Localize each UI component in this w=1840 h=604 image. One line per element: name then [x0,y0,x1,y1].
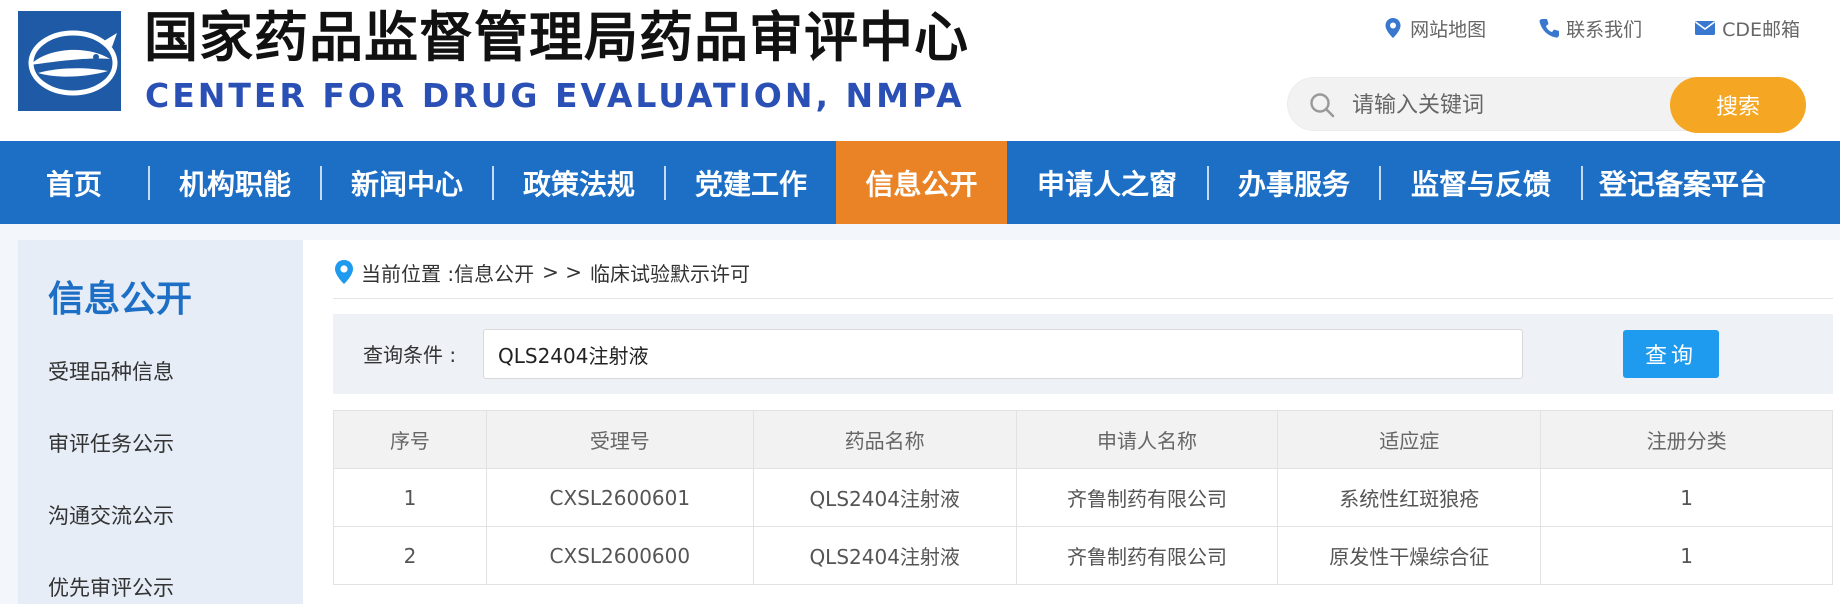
sidebar-item-review-tasks[interactable]: 审评任务公示 [48,428,174,458]
sidebar-item-communication[interactable]: 沟通交流公示 [48,500,174,530]
search-input[interactable] [1352,86,1652,124]
cell-reg-class: 1 [1540,468,1833,527]
results-table: 序号 受理号 药品名称 申请人名称 适应症 注册分类 1 CXSL2600601… [333,410,1833,585]
col-header-reg-class: 注册分类 [1540,410,1833,469]
cell-reg-class: 1 [1540,526,1833,585]
cell-applicant: 齐鲁制药有限公司 [1015,468,1279,527]
breadcrumb-current: 临床试验默示许可 [589,261,750,286]
query-input[interactable] [483,329,1523,379]
table-row[interactable]: 2 CXSL2600600 QLS2404注射液 齐鲁制药有限公司 原发性干燥综… [333,526,1833,585]
main-nav: 首页 机构职能 新闻中心 政策法规 党建工作 信息公开 申请人之窗 办事服务 监… [0,141,1840,224]
site-search: 搜索 [1287,77,1806,133]
map-pin-icon [1382,17,1404,39]
breadcrumb-section[interactable]: 信息公开 [454,258,534,287]
toplink-label: CDE邮箱 [1722,18,1800,41]
toplink-label: 网站地图 [1410,18,1487,41]
col-header-applicant: 申请人名称 [1015,410,1279,469]
toplink-contact[interactable]: 联系我们 [1538,15,1642,42]
location-pin-icon [333,259,355,285]
cell-index: 2 [333,526,487,585]
phone-icon [1538,17,1560,39]
nav-item-registration[interactable]: 登记备案平台 [1583,141,1783,224]
fish-logo-icon[interactable] [18,11,121,111]
cell-indication: 原发性干燥综合征 [1277,526,1542,585]
cell-acceptance-no[interactable]: CXSL2600601 [485,468,754,527]
breadcrumb-prefix: 当前位置 : [361,261,455,286]
col-header-acceptance-no: 受理号 [485,410,754,469]
toplink-sitemap[interactable]: 网站地图 [1382,15,1486,42]
nav-item-home[interactable]: 首页 [0,141,148,224]
mail-icon [1694,17,1716,39]
nav-item-info-public[interactable]: 信息公开 [836,141,1007,224]
toplink-mail[interactable]: CDE邮箱 [1694,15,1800,42]
cell-applicant: 齐鲁制药有限公司 [1015,526,1279,585]
col-header-index: 序号 [333,410,487,469]
site-title-en: CENTER FOR DRUG EVALUATION, NMPA [145,76,965,115]
query-button[interactable]: 查询 [1623,330,1719,378]
sidebar-item-priority-review[interactable]: 优先审评公示 [48,572,174,602]
nav-item-policy[interactable]: 政策法规 [494,141,664,224]
table-header-row: 序号 受理号 药品名称 申请人名称 适应症 注册分类 [333,410,1833,469]
search-button[interactable]: 搜索 [1670,77,1806,133]
site-header: 国家药品监督管理局药品审评中心 CENTER FOR DRUG EVALUATI… [0,0,1840,141]
nav-item-news[interactable]: 新闻中心 [322,141,492,224]
nav-item-party[interactable]: 党建工作 [666,141,836,224]
query-bar: 查询条件 : 查询 [333,314,1833,394]
toplink-label: 联系我们 [1566,18,1643,41]
search-icon [1308,91,1336,119]
nav-item-services[interactable]: 办事服务 [1209,141,1379,224]
main-content: 当前位置 : 信息公开 > > 临床试验默示许可 查询条件 : 查询 序号 受理… [303,240,1840,604]
nav-item-functions[interactable]: 机构职能 [150,141,320,224]
breadcrumb-divider [333,298,1833,299]
col-header-indication: 适应症 [1277,410,1542,469]
cell-indication: 系统性红斑狼疮 [1277,468,1542,527]
cell-acceptance-no[interactable]: CXSL2600600 [485,526,754,585]
breadcrumb-separator: > > [542,260,582,284]
breadcrumb: 当前位置 : 信息公开 > > 临床试验默示许可 [333,256,750,288]
nav-item-applicant[interactable]: 申请人之窗 [1007,141,1207,224]
sidebar-title: 信息公开 [48,279,193,320]
cell-drug-name: QLS2404注射液 [752,468,1017,527]
sidebar-item-accepted-varieties[interactable]: 受理品种信息 [48,356,174,386]
query-label: 查询条件 : [363,343,457,367]
site-title-cn: 国家药品监督管理局药品审评中心 [144,6,969,69]
nav-item-supervision[interactable]: 监督与反馈 [1381,141,1581,224]
col-header-drug-name: 药品名称 [752,410,1017,469]
cell-drug-name: QLS2404注射液 [752,526,1017,585]
top-links: 网站地图 联系我们 CDE邮箱 [1330,12,1800,44]
table-row[interactable]: 1 CXSL2600601 QLS2404注射液 齐鲁制药有限公司 系统性红斑狼… [333,468,1833,527]
sidebar: 信息公开 受理品种信息 审评任务公示 沟通交流公示 优先审评公示 [18,240,303,604]
cell-index: 1 [333,468,487,527]
